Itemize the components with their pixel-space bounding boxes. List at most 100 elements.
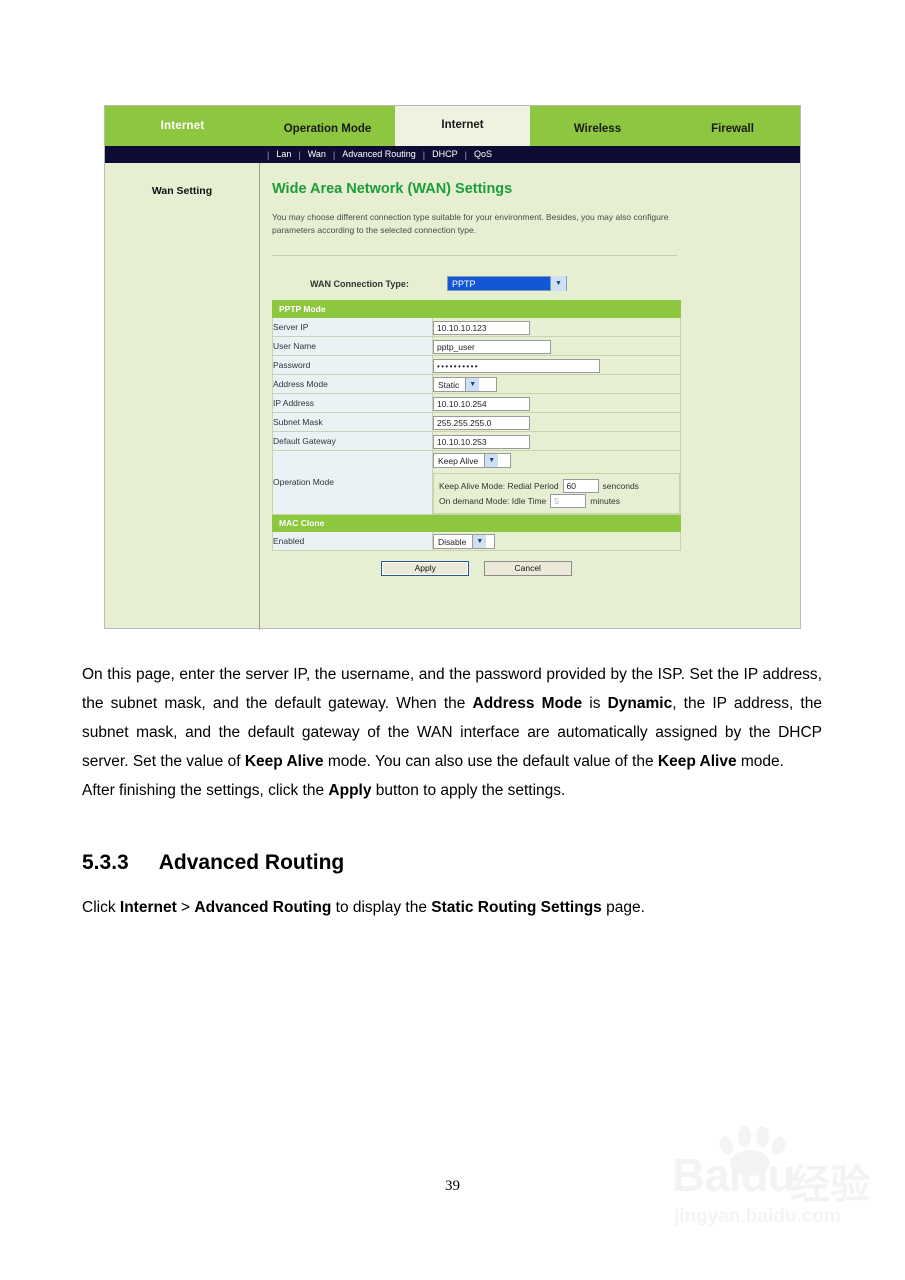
table-row: Enabled Disable ▼ [272,530,681,551]
subnav-item-lan[interactable]: Lan [276,150,291,159]
operation-mode-value: Keep Alive [438,455,479,466]
table-row: Password •••••••••• [272,354,681,375]
table-row-operation-mode: Operation Mode Keep Alive ▼ Keep Alive M… [272,449,681,515]
table-row: IP Address 10.10.10.254 [272,392,681,413]
server-ip-input[interactable]: 10.10.10.123 [433,320,530,335]
mac-clone-section-title: MAC Clone [272,513,681,532]
p3-seg2: > [176,899,195,916]
tab-wireless[interactable]: Wireless [530,123,665,147]
watermark-url: jingyan.baidu.com [674,1206,841,1227]
operation-mode-details: Keep Alive Mode: Redial Period 60 sencon… [433,472,680,514]
subnav-item-advanced-routing[interactable]: Advanced Routing [342,150,416,159]
on-demand-line: On demand Mode: Idle Time 5 minutes [439,493,674,508]
table-row: Default Gateway 10.10.10.253 [272,430,681,451]
router-content-pane: Wide Area Network (WAN) Settings You may… [260,163,800,630]
chevron-down-icon[interactable]: ▼ [550,276,566,291]
field-label-address-mode: Address Mode [272,373,433,394]
mac-clone-enabled-value: Disable [438,536,467,547]
pptp-settings-table: PPTP Mode Server IP 10.10.10.123 User Na… [272,299,681,551]
p1-bold-address-mode: Address Mode [472,695,583,712]
subnav-divider-icon: | [422,149,426,160]
wan-connection-type-select[interactable]: PPTP ▼ [447,276,567,291]
p1-seg4: mode. You can also use the default value… [323,753,658,770]
tab-internet[interactable]: Internet [395,106,530,146]
p3-bold-internet: Internet [119,899,177,916]
address-mode-value: Static [438,379,460,390]
table-row: User Name pptp_user [272,335,681,356]
p3-bold-static-routing-settings: Static Routing Settings [431,899,602,916]
apply-button[interactable]: Apply [381,560,470,576]
field-label-subnet-mask: Subnet Mask [272,411,433,432]
p2-seg2: button to apply the settings. [371,782,566,799]
address-mode-select[interactable]: Static ▼ [433,377,497,392]
pptp-section-title: PPTP Mode [272,299,681,318]
panel-title: Wide Area Network (WAN) Settings [272,181,513,197]
password-input[interactable]: •••••••••• [433,358,600,373]
operation-mode-select[interactable]: Keep Alive ▼ [433,453,511,468]
router-body: Wan Setting Wide Area Network (WAN) Sett… [105,163,800,630]
tab-firewall[interactable]: Firewall [665,123,800,147]
keep-alive-label: Keep Alive Mode: Redial Period [439,480,559,491]
table-row: Subnet Mask 255.255.255.0 [272,411,681,432]
main-tab-bar: Operation Mode Internet Wireless Firewal… [260,106,800,146]
ip-address-input[interactable]: 10.10.10.254 [433,396,530,411]
subnav-item-qos[interactable]: QoS [474,150,492,159]
table-row: Server IP 10.10.10.123 [272,316,681,337]
watermark-brand: Baidu [672,1149,796,1201]
chevron-down-icon[interactable]: ▼ [472,535,487,548]
mac-clone-enabled-select[interactable]: Disable ▼ [433,534,495,549]
field-label-user-name: User Name [272,335,433,356]
cancel-button[interactable]: Cancel [483,560,572,576]
p3-seg4: page. [601,899,645,916]
chevron-down-icon[interactable]: ▼ [465,378,480,391]
mac-clone-section-header: MAC Clone [272,513,681,532]
keep-alive-line: Keep Alive Mode: Redial Period 60 sencon… [439,478,674,493]
subnav-item-wan[interactable]: Wan [308,150,326,159]
p1-bold-keep-alive-1: Keep Alive [244,753,324,770]
document-text: On this page, enter the server IP, the u… [82,660,822,922]
default-gateway-input[interactable]: 10.10.10.253 [433,434,530,449]
idle-time-input[interactable]: 5 [550,493,587,508]
redial-period-input[interactable]: 60 [562,478,599,493]
router-brand-label: Internet [160,120,205,132]
watermark-chinese: 经验 [790,1163,870,1207]
wan-connection-type-value: PPTP [452,278,476,289]
p1-bold-dynamic: Dynamic [607,695,673,712]
subnav-divider-icon: | [464,149,467,160]
p3-seg3: to display the [331,899,432,916]
router-sidebar: Wan Setting [105,163,260,630]
form-button-row: Apply Cancel [272,558,681,576]
p1-seg5: mode. [736,753,784,770]
sidebar-item-wan-setting[interactable]: Wan Setting [105,185,259,197]
p1-seg2: is [582,695,608,712]
on-demand-unit: minutes [590,495,621,506]
field-label-operation-mode: Operation Mode [272,449,433,515]
router-top-navbar: Internet Operation Mode Internet Wireles… [105,106,800,146]
p2-bold-apply: Apply [328,782,372,799]
p1-bold-keep-alive-2: Keep Alive [657,753,737,770]
panel-description: You may choose different connection type… [272,212,669,235]
p2-seg1: After finishing the settings, click the [82,782,329,799]
tab-operation-mode[interactable]: Operation Mode [260,123,395,147]
field-label-password: Password [272,354,433,375]
keep-alive-unit: senconds [602,480,639,491]
field-label-default-gateway: Default Gateway [272,430,433,451]
subnav-divider-icon: | [298,149,301,160]
subnav-item-dhcp[interactable]: DHCP [432,150,458,159]
paragraph-3: Click Internet > Advanced Routing to dis… [82,893,822,922]
p3-bold-advanced-routing: Advanced Routing [194,899,332,916]
user-name-input[interactable]: pptp_user [433,339,551,354]
heading-number: 5.3.3 [82,851,129,874]
paragraph-2: After finishing the settings, click the … [82,776,822,805]
router-ui-screenshot: Internet Operation Mode Internet Wireles… [104,105,801,630]
field-label-ip-address: IP Address [272,392,433,413]
field-label-server-ip: Server IP [272,316,433,337]
panel-divider [272,254,677,256]
subnet-mask-input[interactable]: 255.255.255.0 [433,415,530,430]
chevron-down-icon[interactable]: ▼ [484,454,499,467]
section-heading: 5.3.3 Advanced Routing [82,851,822,875]
p3-seg1: Click [82,899,120,916]
wan-connection-type-label: WAN Connection Type: [310,278,409,289]
on-demand-label: On demand Mode: Idle Time [439,495,547,506]
subnav-divider-icon: | [267,149,270,160]
